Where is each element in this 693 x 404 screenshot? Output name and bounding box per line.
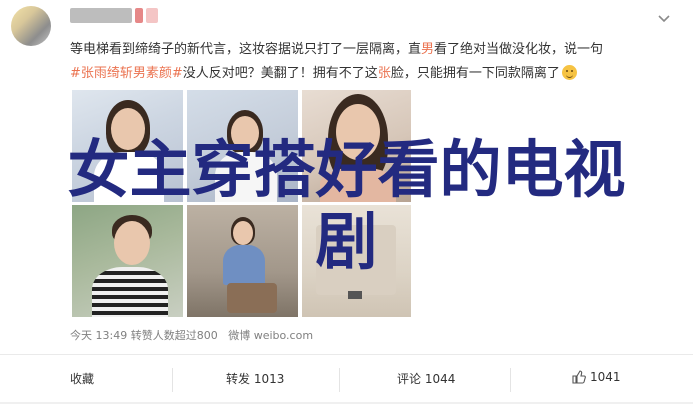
avatar[interactable] bbox=[11, 6, 51, 46]
favorite-button[interactable]: 收藏 bbox=[70, 370, 94, 387]
post-source[interactable]: 微博 weibo.com bbox=[228, 329, 313, 342]
post-text-1: 等电梯看到缔绮子的新代言，这妆容据说只打了一层隔离，直 bbox=[70, 42, 422, 57]
like-count: 1041 bbox=[590, 370, 621, 384]
post-text-4: 脸，只能拥有一下同款隔离了 bbox=[390, 66, 560, 81]
user-badge-blurred bbox=[135, 8, 143, 23]
action-separator bbox=[510, 368, 511, 392]
hashtag-link[interactable]: #张雨绮斩男素颜# bbox=[70, 66, 183, 81]
repost-button[interactable]: 转发 1013 bbox=[226, 370, 284, 387]
post-text-3: 没人反对吧？美翻了！拥有不了这 bbox=[182, 66, 378, 81]
post-text-2: 看了绝对当做没化妆，说一句 bbox=[434, 42, 604, 57]
post-text: 等电梯看到缔绮子的新代言，这妆容据说只打了一层隔离，直男看了绝对当做没化妆，说一… bbox=[70, 38, 670, 86]
action-separator bbox=[339, 368, 340, 392]
post-highlight-2: 张 bbox=[377, 66, 391, 81]
post-time-info: 今天 13:49 转赞人数超过800 bbox=[70, 329, 218, 342]
repost-label: 转发 1013 bbox=[226, 372, 285, 386]
overlay-title-line-2: 剧 bbox=[315, 205, 378, 278]
overlay-title: 女主穿搭好看的电视 剧 bbox=[0, 134, 693, 278]
thumbs-up-icon bbox=[572, 370, 586, 384]
favorite-label: 收藏 bbox=[70, 372, 95, 386]
chevron-down-icon[interactable] bbox=[657, 12, 671, 26]
divider bbox=[0, 354, 693, 355]
overlay-title-line-1: 女主穿搭好看的电视 bbox=[67, 133, 626, 206]
action-separator bbox=[172, 368, 173, 392]
comment-button[interactable]: 评论 1044 bbox=[397, 370, 455, 387]
username-blurred[interactable] bbox=[70, 8, 132, 23]
user-badge-blurred-2 bbox=[146, 8, 158, 23]
post-meta: 今天 13:49 转赞人数超过800 微博 weibo.com bbox=[70, 327, 313, 343]
like-button[interactable]: 1041 bbox=[572, 370, 621, 384]
laughing-emoji-icon bbox=[561, 65, 577, 80]
post-highlight-1: 男 bbox=[421, 42, 435, 57]
comment-label: 评论 1044 bbox=[397, 372, 456, 386]
